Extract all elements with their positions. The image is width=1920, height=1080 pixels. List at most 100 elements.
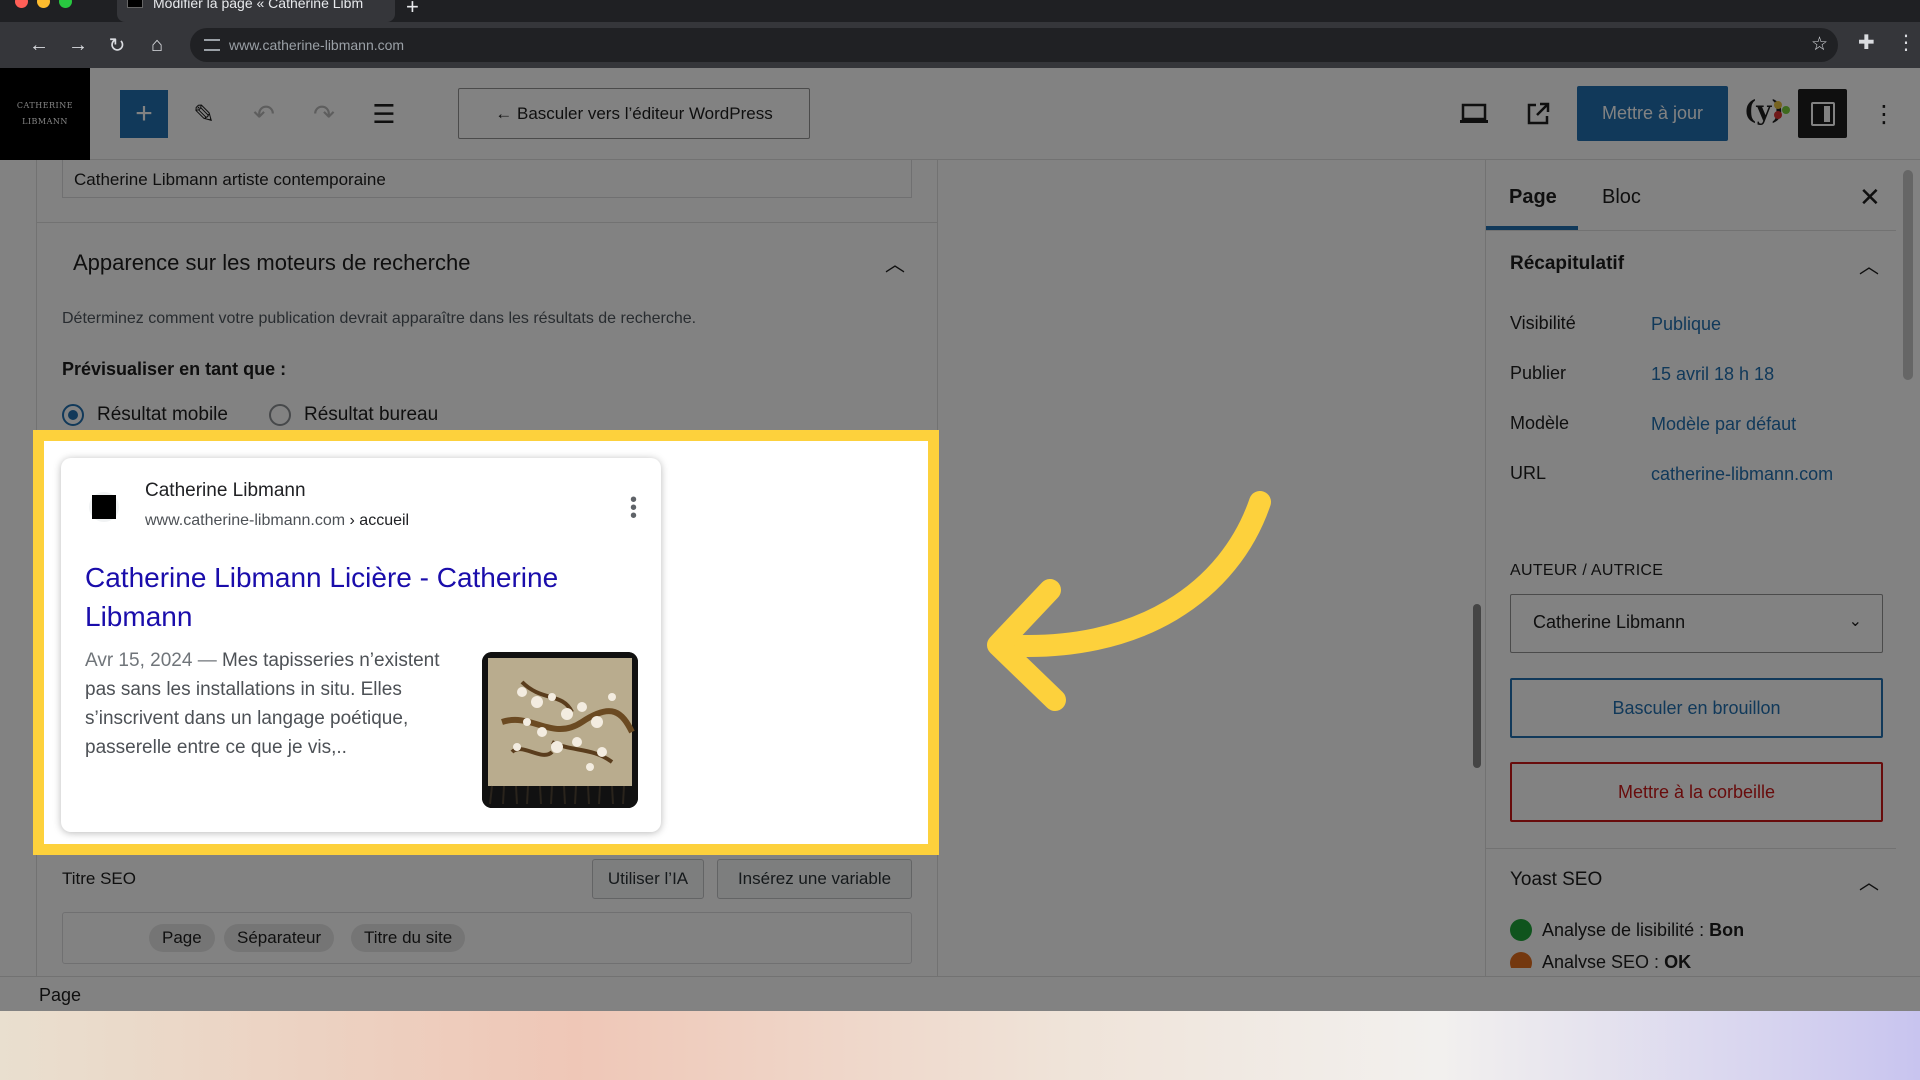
- laptop-icon: [1460, 103, 1488, 123]
- readability-value: Bon: [1709, 919, 1745, 940]
- yellow-arrow-icon: [987, 491, 1271, 711]
- template-value[interactable]: Modèle par défaut: [1651, 414, 1796, 435]
- reload-icon[interactable]: ↻: [102, 30, 132, 60]
- close-window-button[interactable]: [15, 0, 28, 8]
- sidebar-scrollbar[interactable]: [1903, 170, 1913, 380]
- author-select-value: Catherine Libmann: [1533, 612, 1686, 632]
- yoast-panel-title[interactable]: Yoast SEO: [1510, 869, 1602, 891]
- move-to-trash-button[interactable]: Mettre à la corbeille: [1510, 762, 1883, 822]
- address-bar-row: ← → ↻ ⌂ www.catherine-libmann.com ☆ ✚ ⋮: [0, 22, 1920, 68]
- undo-icon[interactable]: ↶: [240, 90, 288, 138]
- url-value[interactable]: catherine-libmann.com: [1651, 464, 1833, 485]
- more-vertical-icon[interactable]: • • •: [630, 490, 637, 526]
- new-tab-icon[interactable]: +: [406, 0, 419, 20]
- use-ai-button[interactable]: Utiliser l’IA: [592, 859, 704, 899]
- smiley-good-icon: [1510, 919, 1532, 941]
- publish-value[interactable]: 15 avril 18 h 18: [1651, 364, 1774, 385]
- page-title-field[interactable]: Catherine Libmann artiste contemporaine: [62, 160, 912, 198]
- radio-mobile-result[interactable]: Résultat mobile: [62, 404, 228, 426]
- sidebar-divider: [1486, 848, 1896, 849]
- preview-as-label: Prévisualiser en tant que :: [62, 359, 287, 379]
- author-select[interactable]: Catherine Libmann ⌄: [1510, 594, 1883, 653]
- forward-arrow-icon[interactable]: →: [63, 30, 93, 60]
- url-label: URL: [1510, 463, 1547, 483]
- back-arrow-icon[interactable]: ←: [24, 30, 54, 60]
- serp-snippet: Avr 15, 2024 — Mes tapisseries n’existen…: [85, 646, 465, 762]
- redo-icon[interactable]: ↷: [300, 90, 348, 138]
- chevron-up-icon[interactable]: ︿: [885, 248, 905, 277]
- radio-desktop-result[interactable]: Résultat bureau: [269, 404, 438, 426]
- tapestry-thumbnail-icon: [482, 652, 638, 808]
- logo-line-1: CATHERINE: [16, 101, 74, 110]
- radio-mobile-label: Résultat mobile: [97, 404, 228, 425]
- home-icon[interactable]: ⌂: [142, 30, 172, 60]
- site-favicon-icon: [89, 492, 119, 522]
- add-block-button[interactable]: +: [120, 90, 168, 138]
- extensions-puzzle-icon[interactable]: ✚: [1858, 30, 1875, 55]
- serp-url: www.catherine-libmann.com › accueil: [145, 512, 409, 530]
- device-preview-icon[interactable]: [1450, 90, 1498, 138]
- url-bar[interactable]: www.catherine-libmann.com ☆: [190, 28, 1838, 62]
- yoast-icon[interactable]: (y): [1744, 94, 1790, 134]
- tab-title: Modifier la page « Catherine Libm: [153, 0, 364, 11]
- minimize-window-button[interactable]: [37, 0, 50, 8]
- chip-separator[interactable]: Séparateur: [224, 924, 335, 952]
- update-button[interactable]: Mettre à jour: [1577, 86, 1728, 141]
- tab-block[interactable]: Bloc: [1602, 186, 1641, 209]
- external-link-icon: [1527, 102, 1550, 125]
- chip-site-title[interactable]: Titre du site: [351, 924, 466, 952]
- serp-thumbnail-image: [482, 652, 638, 808]
- seo-analysis-label: Analyse SEO :: [1542, 952, 1660, 968]
- section-divider: [37, 222, 937, 223]
- browser-tab-bar: Modifier la page « Catherine Libm +: [0, 0, 1920, 22]
- background-gradient-strip: [0, 1011, 1920, 1080]
- seo-title-label: Titre SEO: [62, 869, 136, 888]
- tab-page[interactable]: Page: [1509, 186, 1557, 209]
- seo-analysis-value: OK: [1664, 952, 1692, 968]
- options-menu-icon[interactable]: ⋮: [1860, 90, 1908, 138]
- url-text: www.catherine-libmann.com: [229, 37, 405, 53]
- publish-label: Publier: [1510, 363, 1567, 383]
- maximize-window-button[interactable]: [59, 0, 72, 8]
- radio-checked-icon: [62, 404, 84, 426]
- serp-site-name: Catherine Libmann: [145, 480, 306, 501]
- switch-to-draft-button[interactable]: Basculer en brouillon: [1510, 678, 1883, 738]
- document-overview-icon[interactable]: ☰: [360, 90, 408, 138]
- view-post-external-icon[interactable]: [1514, 90, 1562, 138]
- readability-label: Analyse de lisibilité :: [1542, 919, 1705, 940]
- close-icon[interactable]: ✕: [1859, 182, 1881, 213]
- bookmark-star-icon[interactable]: ☆: [1811, 33, 1828, 56]
- serp-url-breadcrumb: › accueil: [349, 512, 410, 529]
- tab-favicon-icon: [127, 0, 143, 8]
- smiley-ok-icon: [1510, 952, 1532, 968]
- footer-breadcrumb[interactable]: Page: [39, 985, 81, 1006]
- browser-menu-icon[interactable]: ⋮: [1896, 30, 1916, 55]
- template-label: Modèle: [1510, 413, 1570, 433]
- edit-pen-icon[interactable]: ✎: [180, 90, 228, 138]
- summary-panel-title[interactable]: Récapitulatif: [1510, 253, 1624, 275]
- chip-page[interactable]: Page: [149, 924, 215, 952]
- radio-desktop-label: Résultat bureau: [304, 404, 439, 425]
- canvas-scrollbar[interactable]: [1467, 160, 1485, 976]
- serp-date: Avr 15, 2024: [85, 650, 193, 671]
- serp-title-link[interactable]: Catherine Libmann Licière - Catherine Li…: [85, 558, 625, 636]
- serp-date-separator: —: [197, 650, 217, 671]
- readability-analysis[interactable]: Analyse de lisibilité : Bon: [1510, 919, 1744, 941]
- site-logo[interactable]: CATHERINE LIBMANN: [0, 68, 90, 160]
- chevron-up-icon[interactable]: ︿: [1859, 250, 1879, 279]
- search-appearance-description: Déterminez comment votre publication dev…: [62, 310, 697, 327]
- insert-variable-button[interactable]: Insérez une variable: [717, 859, 912, 899]
- radio-unchecked-icon: [269, 404, 291, 426]
- author-label: AUTEUR / AUTRICE: [1510, 562, 1664, 579]
- site-settings-icon[interactable]: [204, 39, 220, 51]
- browser-tab[interactable]: Modifier la page « Catherine Libm: [117, 0, 395, 22]
- settings-sidebar-toggle-icon[interactable]: [1798, 89, 1847, 138]
- search-appearance-heading[interactable]: Apparence sur les moteurs de recherche: [73, 250, 470, 276]
- seo-analysis[interactable]: Analyse SEO : OK: [1510, 952, 1691, 968]
- serp-url-domain: www.catherine-libmann.com: [145, 512, 346, 529]
- switch-editor-button[interactable]: ← Basculer vers l’éditeur WordPress: [458, 88, 810, 139]
- visibility-value[interactable]: Publique: [1651, 314, 1721, 335]
- editor-toolbar: CATHERINE LIBMANN + ✎ ↶ ↷ ☰ ← Basculer v…: [0, 68, 1920, 160]
- chevron-up-icon[interactable]: ︿: [1859, 866, 1879, 895]
- google-preview-card: Catherine Libmann www.catherine-libmann.…: [61, 458, 661, 832]
